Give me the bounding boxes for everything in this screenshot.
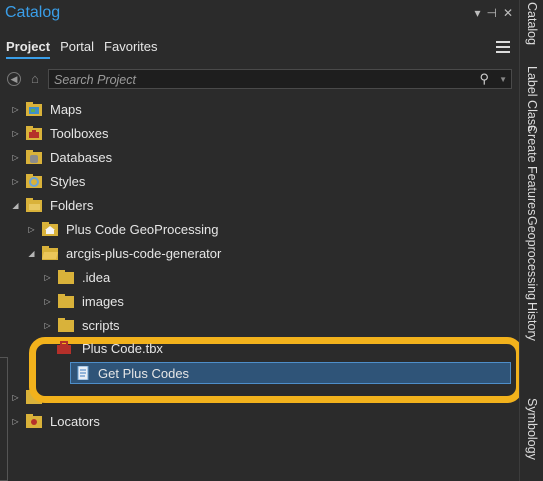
tree-item-plus-code-tbx[interactable]: Plus Code.tbx (40, 338, 240, 362)
chevron-down-icon[interactable]: ▼ (499, 73, 507, 87)
tree-item-arcgis-plus-code-generator[interactable]: ◢ arcgis-plus-code-generator (0, 242, 519, 266)
expand-icon[interactable]: ▷ (11, 129, 20, 139)
folder-icon (58, 318, 74, 332)
expand-icon[interactable]: ▷ (27, 225, 36, 235)
catalog-tabs: Project Portal Favorites (6, 39, 158, 59)
tree-item-toolboxes[interactable]: ▷ Toolboxes (0, 122, 519, 146)
tree-item-databases[interactable]: ▷ Databases (0, 146, 519, 170)
tree-item-label: arcgis-plus-code-generator (66, 246, 222, 261)
hamburger-menu-icon[interactable] (496, 41, 510, 53)
tab-favorites[interactable]: Favorites (104, 39, 157, 59)
side-tab-bar: Catalog Label Class Create Features Geop… (519, 0, 543, 481)
pane-controls: ▾ ⊣ ✕ (474, 6, 513, 20)
back-icon[interactable]: ◀ (7, 72, 21, 86)
collapse-icon[interactable]: ◢ (11, 201, 20, 211)
expand-icon[interactable]: ▷ (11, 417, 20, 427)
tree-item-label: Plus Code.tbx (82, 341, 163, 356)
tab-portal[interactable]: Portal (60, 39, 94, 59)
pane-options-icon[interactable]: ▾ (474, 6, 480, 20)
tree-item-label: Get Plus Codes (98, 366, 190, 381)
expand-icon[interactable]: ▷ (11, 105, 20, 115)
expand-icon[interactable]: ▷ (11, 153, 20, 163)
toolboxes-folder-icon (26, 126, 42, 140)
tree-item-locators[interactable]: ▷ Locators (0, 410, 519, 434)
tree-item-styles[interactable]: ▷ Styles (0, 170, 519, 194)
folder-home-icon (42, 222, 58, 236)
tree-item-label: Folders (50, 198, 94, 213)
side-tab-geoprocessing[interactable]: Geoprocessing (522, 216, 542, 300)
collapse-icon[interactable]: ◢ (27, 249, 36, 259)
tree-item-plus-code-geoprocessing[interactable]: ▷ Plus Code GeoProcessing (0, 218, 519, 242)
tree-item-label: Maps (50, 102, 82, 117)
catalog-pane: Catalog ▾ ⊣ ✕ Project Portal Favorites ◀… (0, 0, 519, 481)
tree-item-label: Locators (50, 414, 100, 429)
side-tab-catalog[interactable]: Catalog (522, 2, 542, 45)
script-tool-icon (75, 365, 91, 381)
folder-icon (58, 270, 74, 284)
tree-item-scripts[interactable]: ▷ scripts (0, 314, 519, 338)
search-input[interactable] (52, 71, 456, 89)
expand-icon[interactable]: ▷ (43, 321, 52, 331)
expand-icon[interactable]: ▷ (43, 273, 52, 283)
maps-folder-icon (26, 102, 42, 116)
tree-item-label: Styles (50, 174, 86, 189)
tree-item-label: Databases (50, 150, 113, 165)
tree-item-label: Plus Code GeoProcessing (66, 222, 219, 237)
databases-folder-icon (26, 150, 42, 164)
pane-title: Catalog (5, 4, 61, 21)
side-tab-history[interactable]: History (522, 302, 542, 341)
side-tab-create-features[interactable]: Create Features (522, 125, 542, 215)
toolbox-icon (56, 341, 72, 355)
close-icon[interactable]: ✕ (503, 6, 513, 20)
folder-icon (58, 294, 74, 308)
locators-folder-icon (26, 414, 42, 428)
expand-icon[interactable]: ▷ (43, 297, 52, 307)
folders-folder-icon (26, 198, 42, 212)
tab-project[interactable]: Project (6, 39, 51, 59)
pin-icon[interactable]: ⊣ (486, 6, 496, 20)
tree-item-label: scripts (82, 318, 120, 333)
tree-item-folders[interactable]: ◢ Folders (0, 194, 519, 218)
home-icon[interactable]: ⌂ (31, 71, 46, 86)
tree-item-label: .idea (82, 270, 111, 285)
tree-item-images[interactable]: ▷ images (0, 290, 519, 314)
tree-item-maps[interactable]: ▷ Maps (0, 98, 519, 122)
side-tab-symbology[interactable]: Symbology (522, 398, 542, 460)
window-edge (0, 357, 8, 481)
search-icon[interactable]: ⚲ (479, 71, 489, 87)
search-box: ⚲ ▼ (48, 69, 512, 89)
side-tab-label-class[interactable]: Label Class (522, 66, 542, 131)
expand-icon[interactable]: ▷ (11, 177, 20, 187)
tree-item-label: Toolboxes (50, 126, 109, 141)
tree-item-idea[interactable]: ▷ .idea (0, 266, 519, 290)
tree-item-label: images (82, 294, 124, 309)
open-folder-icon (42, 246, 58, 260)
tree-item-get-plus-codes[interactable]: Get Plus Codes (70, 362, 511, 384)
expand-icon[interactable]: ▷ (11, 393, 20, 403)
styles-folder-icon (26, 174, 42, 188)
